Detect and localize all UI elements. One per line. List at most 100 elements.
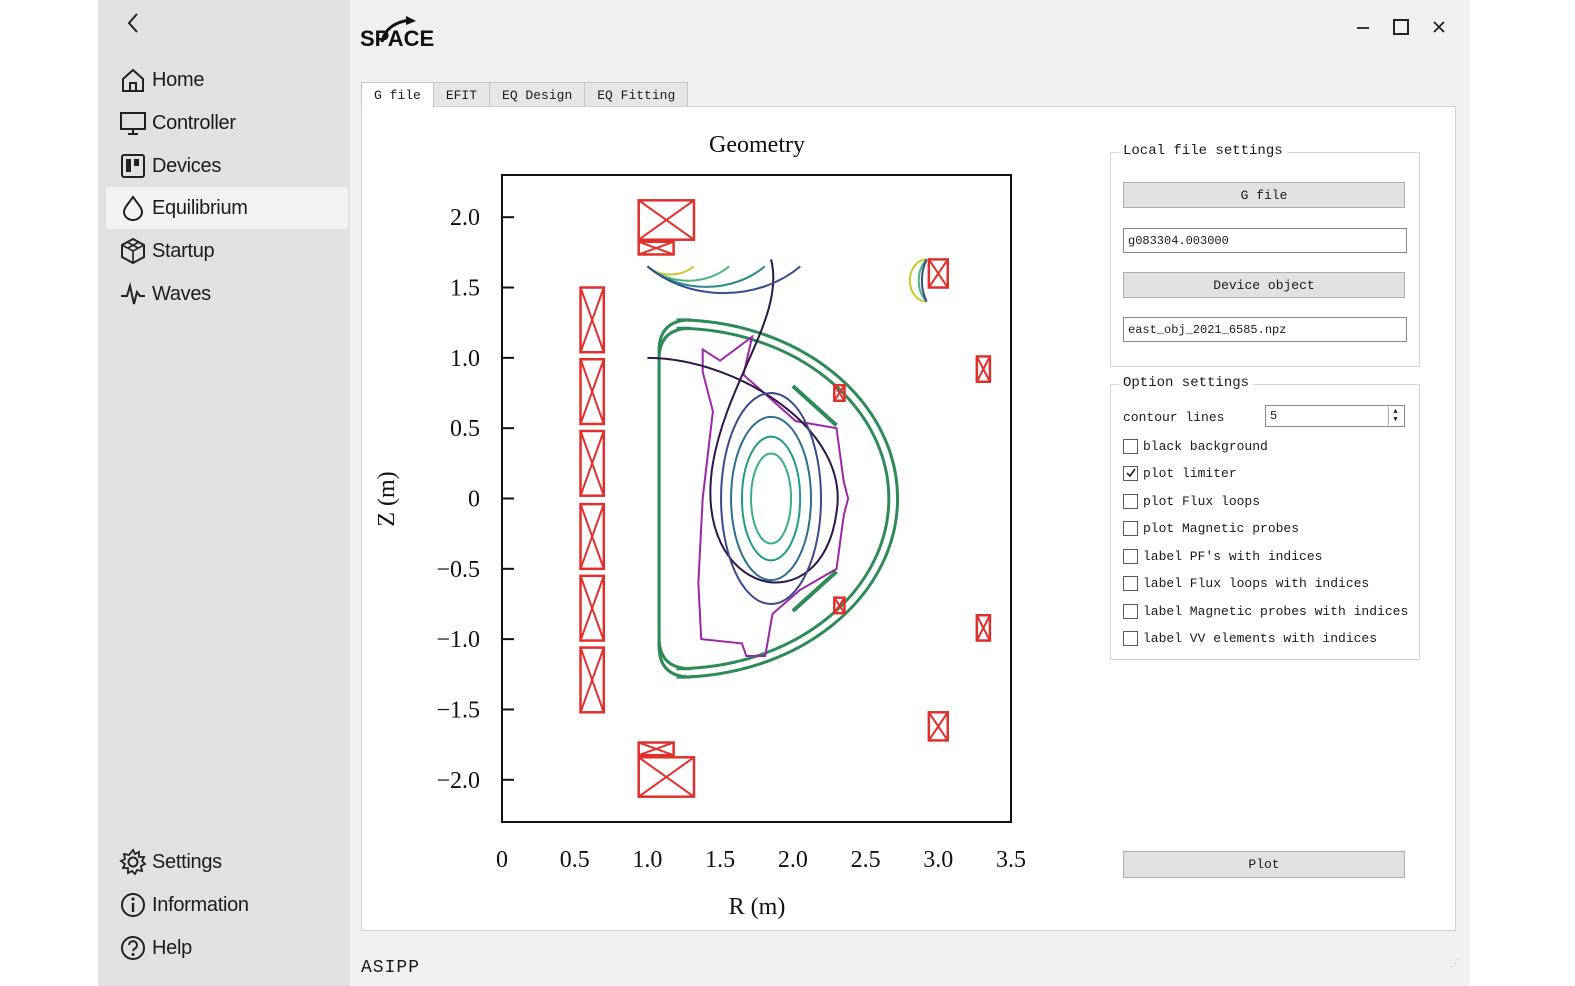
minimize-button[interactable] <box>1350 14 1376 40</box>
help-icon <box>118 933 148 963</box>
plot-button[interactable]: Plot <box>1123 851 1405 878</box>
x-tick-label: 0 <box>496 847 508 873</box>
sidebar-item-devices[interactable]: Devices <box>106 145 348 187</box>
sidebar-item-label: Controller <box>152 111 236 134</box>
y-axis-label: Z (m) <box>374 471 400 526</box>
g-file-button[interactable]: G file <box>1123 182 1405 208</box>
checkbox[interactable] <box>1123 548 1138 564</box>
sidebar-item-startup[interactable]: Startup <box>106 230 348 272</box>
option-plot-magnetic-probes[interactable]: plot Magnetic probes <box>1123 518 1299 538</box>
sidebar-item-label: Equilibrium <box>152 196 248 219</box>
option-label-magnetic-probes[interactable]: label Magnetic probes with indices <box>1123 601 1408 621</box>
option-label-vv-elements[interactable]: label VV elements with indices <box>1123 628 1377 648</box>
contour-lines-value: 5 <box>1270 409 1278 423</box>
option-label: plot Flux loops <box>1143 493 1261 509</box>
checkbox[interactable] <box>1123 575 1138 591</box>
tab-efit[interactable]: EFIT <box>432 82 491 107</box>
tab-bar: G file EFIT EQ Design EQ Fitting <box>361 82 689 108</box>
logo-text: SPACE <box>360 26 434 51</box>
device-object-button[interactable]: Device object <box>1123 272 1405 298</box>
contour-lines-spinbox[interactable]: 5 ▲ ▼ <box>1265 405 1405 427</box>
y-tick-label: 1.0 <box>450 346 480 372</box>
vacuum-vessel-wall <box>657 318 899 679</box>
sidebar-item-label: Startup <box>152 239 215 262</box>
chart-title: Geometry <box>709 132 805 158</box>
sidebar-item-label: Home <box>152 68 205 91</box>
startup-icon <box>118 236 148 266</box>
tab-g-file[interactable]: G file <box>361 82 434 108</box>
checkbox[interactable] <box>1123 603 1138 619</box>
back-button[interactable] <box>120 6 146 40</box>
sidebar-item-label: Information <box>152 893 249 916</box>
local-file-settings-group: Local file settings G file g083304.00300… <box>1110 143 1420 367</box>
x-axis-label: R (m) <box>729 894 786 920</box>
close-button[interactable] <box>1426 14 1452 40</box>
option-black-background[interactable]: black background <box>1123 436 1268 456</box>
tab-eq-design[interactable]: EQ Design <box>489 82 586 107</box>
y-tick-label: −1.5 <box>436 697 480 723</box>
maximize-button[interactable] <box>1388 14 1414 40</box>
x-tick-label: 3.0 <box>923 847 953 873</box>
sidebar-item-information[interactable]: Information <box>106 884 348 926</box>
sidebar-item-waves[interactable]: Waves <box>106 273 348 315</box>
checkbox[interactable] <box>1123 630 1138 646</box>
check-icon <box>1125 468 1136 478</box>
group-title: Local file settings <box>1119 143 1287 159</box>
coil-cross <box>975 355 991 383</box>
coil-cross <box>638 741 674 757</box>
spin-arrows-icon[interactable]: ▲ ▼ <box>1388 407 1402 425</box>
minimize-icon <box>1357 27 1369 29</box>
geometry-plot: Geometry R (m) Z (m) 2.0 1.5 1.0 0.5 0 −0.5 −1… <box>374 132 1026 920</box>
sidebar-item-controller[interactable]: Controller <box>106 102 348 144</box>
sidebar-item-settings[interactable]: Settings <box>106 841 348 883</box>
checkbox[interactable] <box>1123 438 1138 454</box>
checkbox[interactable] <box>1123 493 1138 509</box>
coil-cross <box>975 614 991 642</box>
pf-coil <box>579 358 606 426</box>
sidebar-item-equilibrium[interactable]: Equilibrium <box>106 187 348 229</box>
content-panel: Geometry R (m) Z (m) 2.0 1.5 1.0 0.5 0 −0.5 −1… <box>361 106 1456 931</box>
vacuum-vessel-wall <box>657 326 891 671</box>
coil-cross <box>928 711 949 741</box>
sidebar-item-help[interactable]: Help <box>106 927 348 969</box>
pf-coil <box>927 258 949 289</box>
option-label: plot limiter <box>1143 465 1237 481</box>
pf-coil <box>927 711 949 742</box>
coil-cross <box>579 287 605 353</box>
device-object-field[interactable]: east_obj_2021_6585.npz <box>1123 317 1407 342</box>
coil-cross <box>579 358 605 425</box>
option-label: black background <box>1143 438 1268 454</box>
option-plot-flux-loops[interactable]: plot Flux loops <box>1123 491 1260 511</box>
tab-eq-fitting[interactable]: EQ Fitting <box>584 82 689 107</box>
option-plot-limiter[interactable]: plot limiter <box>1123 463 1237 483</box>
flux-contour <box>730 415 813 582</box>
checkbox[interactable] <box>1123 520 1138 536</box>
coil-cross <box>638 240 674 256</box>
resize-grip-icon[interactable]: ⋰ <box>1450 958 1460 969</box>
x-tick-label: 1.5 <box>705 847 735 873</box>
close-icon <box>1433 21 1445 33</box>
option-label-pf[interactable]: label PF's with indices <box>1123 546 1322 566</box>
g-file-field[interactable]: g083304.003000 <box>1123 228 1407 253</box>
drop-icon <box>118 193 148 223</box>
devices-icon <box>118 151 148 181</box>
option-label-flux-loops[interactable]: label Flux loops with indices <box>1123 573 1369 593</box>
sidebar-item-home[interactable]: Home <box>106 59 348 101</box>
sidebar-item-label: Settings <box>152 850 222 873</box>
flux-contour <box>750 452 793 545</box>
sidebar-item-label: Waves <box>152 282 211 305</box>
pf-coil <box>579 429 606 497</box>
footer-text: ASIPP <box>361 958 421 978</box>
y-tick-label: −1.0 <box>436 627 480 653</box>
coil-cross <box>579 647 605 713</box>
home-icon <box>118 65 148 95</box>
checkbox-checked[interactable] <box>1123 465 1138 481</box>
coil-cross <box>579 430 605 497</box>
maximize-icon <box>1393 19 1409 35</box>
coil-cross <box>638 756 695 798</box>
open-flux-arc <box>646 265 730 282</box>
gear-icon <box>118 847 148 877</box>
coil-cross <box>638 199 695 241</box>
separatrix-line <box>647 259 839 584</box>
axis-ticks: 2.0 1.5 1.0 0.5 0 −0.5 −1.0 −1.5 −2.0 0 0.5 1.0 1.5 2… <box>436 205 1026 873</box>
